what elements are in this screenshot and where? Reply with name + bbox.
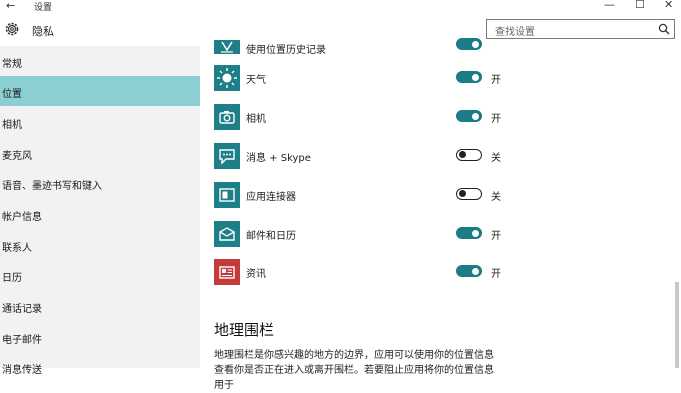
sidebar-item-speech-inking-typing[interactable]: 语音、墨迹书写和键入 <box>0 168 200 198</box>
toggle-state-label: 开 <box>491 114 501 125</box>
sidebar-item-label: 通话记录 <box>2 304 42 315</box>
sidebar-item-calendar[interactable]: 日历 <box>0 260 200 290</box>
camera-toggle[interactable] <box>456 110 482 122</box>
geofence-heading: 地理围栏 <box>214 321 275 339</box>
message-bubble-icon <box>214 143 240 169</box>
toggle-state-label: 关 <box>491 153 501 164</box>
app-connector-icon <box>214 182 240 208</box>
app-connector-toggle[interactable] <box>456 188 482 200</box>
sidebar-item-call-history[interactable]: 通话记录 <box>0 291 200 321</box>
title-bar: ← 设置 — ☐ ✕ <box>0 0 681 14</box>
scrollbar[interactable] <box>675 282 679 368</box>
sidebar-item-label: 电子邮件 <box>2 335 42 346</box>
sidebar-item-email[interactable]: 电子邮件 <box>0 322 200 352</box>
app-name: 天气 <box>246 75 266 86</box>
sidebar-item-location[interactable]: 位置 <box>0 76 200 106</box>
search-input[interactable]: 查找设置 <box>486 19 675 39</box>
gear-icon <box>5 22 19 36</box>
mail-envelope-icon <box>214 221 240 247</box>
app-row-camera: 相机 开 <box>200 104 501 140</box>
toggle-state-label: 关 <box>491 192 501 203</box>
minimize-button[interactable]: — <box>604 0 615 11</box>
sidebar-item-general[interactable]: 常规 <box>0 46 200 76</box>
toggle-knob <box>472 73 479 81</box>
app-name: 消息 + Skype <box>246 153 311 164</box>
window-title: 设置 <box>34 3 53 13</box>
messaging-skype-toggle[interactable] <box>456 149 482 161</box>
toggle-state-label: 开 <box>491 269 501 280</box>
sidebar-item-label: 常规 <box>2 59 22 70</box>
sidebar-item-contacts[interactable]: 联系人 <box>0 230 200 260</box>
sidebar-item-microphone[interactable]: 麦克风 <box>0 138 200 168</box>
sidebar-item-messaging[interactable]: 消息传送 <box>0 352 200 382</box>
app-row-weather: 天气 开 <box>200 65 501 101</box>
sidebar-item-label: 麦克风 <box>2 151 32 162</box>
location-history-icon <box>214 40 240 54</box>
app-name: 相机 <box>246 114 266 125</box>
mail-calendar-toggle[interactable] <box>456 227 482 239</box>
sidebar-item-label: 日历 <box>2 273 22 284</box>
geofence-description: 地理围栏是你感兴趣的地方的边界，应用可以使用你的位置信息查看你是否正在进入或离开… <box>214 350 494 391</box>
search-placeholder: 查找设置 <box>495 27 535 38</box>
camera-icon <box>214 104 240 130</box>
app-name: 邮件和日历 <box>246 231 296 242</box>
back-arrow-icon[interactable]: ← <box>6 0 15 12</box>
toggle-knob <box>459 190 466 197</box>
sidebar: 常规 位置 相机 麦克风 语音、墨迹书写和键入 帐户信息 联系人 日历 通话记录… <box>0 46 200 376</box>
toggle-knob <box>472 229 479 237</box>
sidebar-item-label: 位置 <box>2 89 22 100</box>
toggle-knob <box>472 267 479 275</box>
app-row-news: 资讯 开 <box>200 259 501 295</box>
sidebar-item-camera[interactable]: 相机 <box>0 107 200 137</box>
app-row-app-connector: 应用连接器 关 <box>200 182 501 218</box>
weather-sun-icon <box>214 65 240 91</box>
app-name: 使用位置历史记录 <box>246 45 326 56</box>
news-toggle[interactable] <box>456 265 482 277</box>
app-row-messaging-skype: 消息 + Skype 关 <box>200 143 501 179</box>
page-title: 隐私 <box>32 25 54 38</box>
sidebar-item-label: 联系人 <box>2 243 32 254</box>
search-icon[interactable] <box>658 23 670 35</box>
app-row-mail-calendar: 邮件和日历 开 <box>200 221 501 257</box>
toggle-knob <box>472 40 479 48</box>
toggle-state-label: 开 <box>491 75 501 86</box>
app-name: 应用连接器 <box>246 192 296 203</box>
maximize-button[interactable]: ☐ <box>635 0 645 11</box>
close-button[interactable]: ✕ <box>664 0 673 11</box>
app-name: 资讯 <box>246 269 266 280</box>
sidebar-item-label: 相机 <box>2 120 22 131</box>
main-content: 使用位置历史记录 天气 开 相机 开 消息 + Skype 关 应用连接器 关 … <box>200 38 681 391</box>
toggle-state-label: 开 <box>491 231 501 242</box>
sidebar-item-label: 帐户信息 <box>2 212 42 223</box>
news-icon <box>214 259 240 285</box>
sidebar-item-account-info[interactable]: 帐户信息 <box>0 199 200 229</box>
toggle-knob <box>472 112 479 120</box>
weather-toggle[interactable] <box>456 71 482 83</box>
sidebar-item-label: 语音、墨迹书写和键入 <box>2 181 102 192</box>
location-history-toggle[interactable] <box>456 38 482 50</box>
toggle-knob <box>459 151 466 158</box>
sidebar-item-label: 消息传送 <box>2 365 42 376</box>
